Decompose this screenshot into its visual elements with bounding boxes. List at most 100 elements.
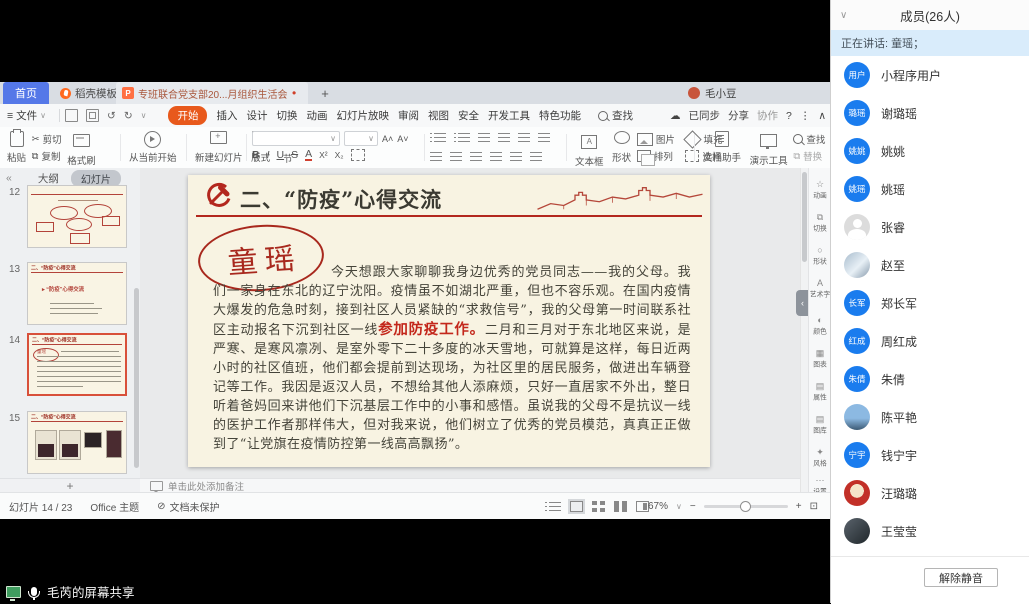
increase-font-icon[interactable]: A˄ <box>382 134 393 144</box>
tab-transition[interactable]: 切换 <box>276 108 297 123</box>
fit-slide-button[interactable]: ⊡ <box>810 501 818 512</box>
sidebar-style[interactable]: ✦ 风格 <box>809 448 830 469</box>
outline-tab[interactable]: 大纲 <box>38 171 59 186</box>
member-row[interactable]: 璐瑶 谢璐瑶 <box>831 94 1029 132</box>
sidebar-animation[interactable]: ☆ 动画 <box>809 180 830 201</box>
collapse-panel-icon[interactable]: ∨ <box>840 10 847 21</box>
member-row[interactable]: 红成 周红成 <box>831 322 1029 360</box>
subscript-button[interactable]: X₂ <box>335 150 344 160</box>
unmute-button[interactable]: 解除静音 <box>924 568 998 587</box>
play-from-current-button[interactable]: 从当前开始 <box>126 130 180 165</box>
sidebar-shapes[interactable]: ○ 形状 <box>809 246 830 267</box>
tab-animation[interactable]: 动画 <box>306 108 327 123</box>
add-slide-button[interactable]: + <box>0 478 141 493</box>
more-vert-icon[interactable]: ⋮ <box>800 110 811 122</box>
notes-bar[interactable]: 单击此处添加备注 <box>140 478 800 492</box>
sidebar-colors[interactable]: ◐ 颜色 <box>809 316 830 337</box>
tab-slideshow[interactable]: 幻灯片放映 <box>336 108 389 123</box>
normal-view-button[interactable] <box>570 501 583 512</box>
align-right-icon[interactable] <box>470 152 482 161</box>
zoom-slider[interactable] <box>704 505 788 508</box>
canvas-scrollbar[interactable] <box>800 168 808 492</box>
sidebar-properties[interactable]: ▤ 属性 <box>809 382 830 403</box>
member-row[interactable]: 姚瑶 姚瑶 <box>831 170 1029 208</box>
zoom-slider-knob[interactable] <box>740 501 751 512</box>
font-name-combo[interactable]: ∨ <box>252 131 340 146</box>
columns-icon[interactable] <box>530 152 542 161</box>
outdent-icon[interactable] <box>478 133 490 142</box>
file-menu[interactable]: ≡ 文件 ∨ <box>0 108 54 123</box>
tab-devtools[interactable]: 开发工具 <box>488 108 530 123</box>
slide-14[interactable]: 二、“防疫”心得交流 童瑶 今天想跟大家聊聊我身边优秀的党员同志——我的父母。我… <box>188 175 710 467</box>
arrange-button[interactable]: 排列 <box>637 149 675 163</box>
align-center-icon[interactable] <box>450 152 462 161</box>
thumbnail-scrollbar[interactable] <box>134 288 139 468</box>
line-spacing-icon[interactable] <box>518 133 530 142</box>
member-row[interactable]: 长军 郑长军 <box>831 284 1029 322</box>
new-slide-button[interactable]: 新建幻灯片 <box>192 130 246 165</box>
tab-security[interactable]: 安全 <box>458 108 479 123</box>
doc-assistant-button[interactable]: 文档助手 <box>700 130 744 165</box>
print-icon[interactable] <box>86 109 99 122</box>
thumbnail-14-current[interactable]: 14 二、“防疫”心得交流 童瑶 <box>0 333 140 405</box>
sidebar-wordart[interactable]: A 艺术字 <box>809 279 830 300</box>
tab-document[interactable]: P 专班联合党支部20...月组织生活会(2) • <box>116 82 308 104</box>
redo-icon[interactable]: ↻ <box>124 110 133 122</box>
italic-button[interactable]: I <box>267 149 270 161</box>
tab-view[interactable]: 视图 <box>428 108 449 123</box>
new-tab-button[interactable]: + <box>316 84 334 102</box>
format-painter-button[interactable]: 格式刷 <box>64 133 99 168</box>
superscript-button[interactable]: X² <box>319 150 328 160</box>
decrease-font-icon[interactable]: A˅ <box>397 134 408 144</box>
sidebar-gallery[interactable]: ▤ 图库 <box>809 415 830 436</box>
member-row[interactable]: 张睿 <box>831 208 1029 246</box>
qat-more-icon[interactable]: ∨ <box>141 111 147 120</box>
synced-status[interactable]: 已同步 <box>688 108 720 123</box>
present-tools-button[interactable]: 演示工具 <box>747 133 791 168</box>
account-chip[interactable]: 毛小豆 <box>688 82 737 104</box>
member-row[interactable]: 姚姚 姚姚 <box>831 132 1029 170</box>
tab-features[interactable]: 特色功能 <box>539 108 581 123</box>
tab-home-ribbon[interactable]: 开始 <box>168 106 207 125</box>
copy-button[interactable]: ⧉ 复制 <box>32 149 62 163</box>
member-row[interactable]: 宁宇 钱宁宇 <box>831 436 1029 474</box>
text-box-button[interactable]: A 文本框 <box>572 134 607 169</box>
tab-home[interactable]: 首页 <box>3 82 49 104</box>
theme-name[interactable]: Office 主题 <box>90 499 139 514</box>
text-direction-icon[interactable] <box>538 133 550 142</box>
slide-title[interactable]: 二、“防疫”心得交流 <box>240 184 442 214</box>
zoom-dropdown-icon[interactable]: ∨ <box>676 502 682 511</box>
numbering-icon[interactable] <box>458 133 470 142</box>
font-color-button[interactable]: A <box>305 149 312 161</box>
replace-button[interactable]: ⧉ 替换 <box>793 149 825 163</box>
share-button[interactable]: 分享 <box>728 108 749 123</box>
zoom-in-button[interactable]: + <box>796 501 802 512</box>
cut-button[interactable]: ✂ 剪切 <box>32 132 62 146</box>
slide-sorter-button[interactable] <box>592 501 605 512</box>
save-icon[interactable] <box>65 109 78 122</box>
strikethrough-button[interactable]: S <box>291 149 298 161</box>
indent-icon[interactable] <box>498 133 510 142</box>
member-row[interactable]: 朱倩 朱倩 <box>831 360 1029 398</box>
justify-icon[interactable] <box>490 152 502 161</box>
member-row[interactable]: 用户 小程序用户 <box>831 56 1029 94</box>
undo-icon[interactable]: ↺ <box>107 110 116 122</box>
member-row[interactable]: 赵至 <box>831 246 1029 284</box>
tab-design[interactable]: 设计 <box>246 108 267 123</box>
thumbnail-13[interactable]: 13 二、“防疫”心得交流 ▸ “防疫”心得交流 <box>0 262 140 332</box>
reading-view-button[interactable] <box>614 501 627 512</box>
picture-button[interactable]: 图片 <box>637 132 675 146</box>
underline-button[interactable]: U <box>277 149 285 161</box>
zoom-level[interactable]: 67% <box>648 501 668 512</box>
distribute-icon[interactable] <box>510 152 522 161</box>
tab-insert[interactable]: 插入 <box>216 108 237 123</box>
slides-tab[interactable]: 幻灯片 <box>71 170 121 187</box>
member-row[interactable]: 汪璐璐 <box>831 474 1029 512</box>
clear-format-icon[interactable] <box>351 149 365 161</box>
protection-status[interactable]: ⊘ 文档未保护 <box>157 499 219 514</box>
collapse-ribbon-icon[interactable]: ∧ <box>818 110 826 122</box>
sidebar-chart[interactable]: ▦ 图表 <box>809 349 830 370</box>
tab-review[interactable]: 审阅 <box>398 108 419 123</box>
sidebar-transition[interactable]: ⧉ 切换 <box>809 213 830 234</box>
collab-button[interactable]: 协作 <box>757 108 778 123</box>
